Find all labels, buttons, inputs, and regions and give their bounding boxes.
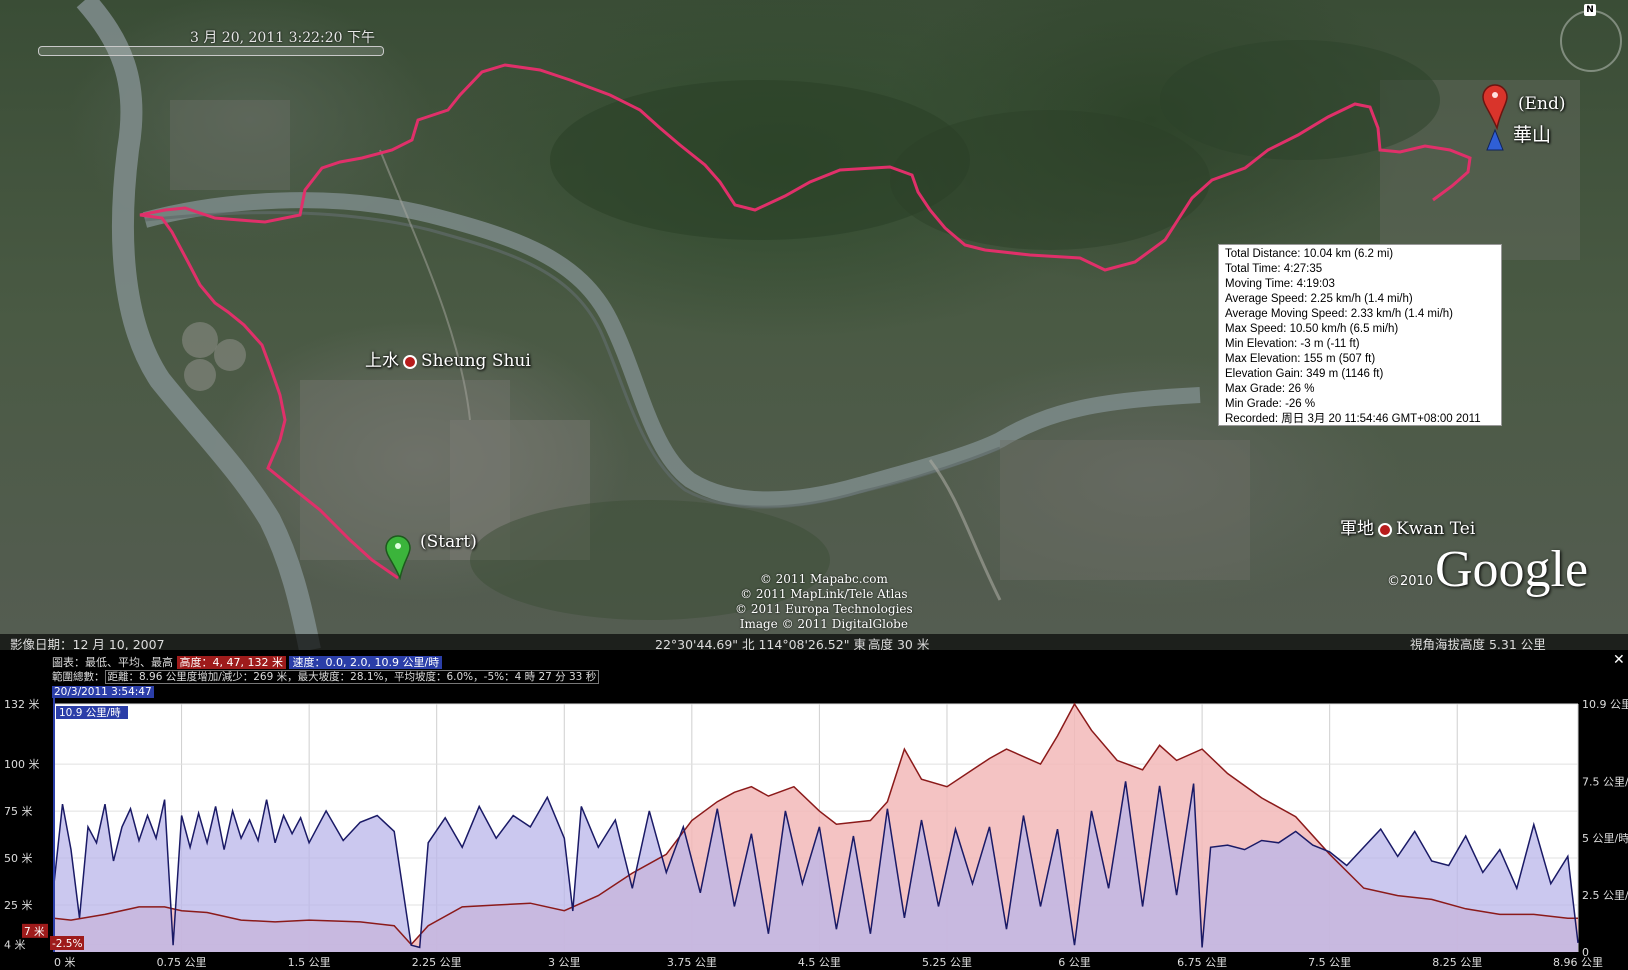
time-slider[interactable] bbox=[38, 46, 384, 56]
y-right-tick-label: 10.9 公里 bbox=[1582, 698, 1628, 711]
track-stats-popup: Total Distance: 10.04 km (6.2 mi) Total … bbox=[1218, 244, 1502, 426]
time-slider-label: 3 月 20, 2011 3:22:20 下午 bbox=[190, 30, 376, 46]
place-label-sheung-shui[interactable]: 上水 Sheung Shui bbox=[365, 346, 531, 371]
end-place-label[interactable]: 華山 bbox=[1513, 120, 1551, 147]
grade-flag: -2.5% bbox=[52, 938, 82, 950]
elevation-profile-chart[interactable]: 0 米 0.75 公里 1.5 公里 2.25 公里 3 公里 3.75 公里 4.5 公里… bbox=[0, 650, 1628, 970]
cursor-time-label: 20/3/2011 3:54:47 bbox=[52, 686, 154, 698]
y-left-tick-label: 75 米 bbox=[4, 805, 33, 818]
x-tick-label: 6 公里 bbox=[1058, 956, 1091, 969]
stat-total-time: Total Time: 4:27:35 bbox=[1225, 263, 1323, 275]
stat-moving-time: Moving Time: 4:19:03 bbox=[1225, 278, 1335, 290]
place-label-chinese: 上水 bbox=[365, 351, 399, 371]
stat-recorded: Recorded: 周日 3月 20 11:54:46 GMT+08:00 20… bbox=[1225, 413, 1481, 425]
x-tick-label: 8.96 公里 bbox=[1553, 956, 1603, 969]
copyright-line: Image © 2011 DigitalGlobe bbox=[739, 617, 908, 631]
x-tick-label: 1.5 公里 bbox=[288, 956, 331, 969]
speed-flag: 10.9 公里/時 bbox=[59, 707, 121, 719]
y-left-tick-label: 50 米 bbox=[4, 852, 33, 865]
legend-speed-toggle[interactable]: 速度：0.0, 2.0, 10.9 公里/時 bbox=[289, 656, 443, 669]
stat-elevation-gain: Elevation Gain: 349 m (1146 ft) bbox=[1225, 368, 1384, 380]
stat-total-distance: Total Distance: 10.04 km (6.2 mi) bbox=[1225, 248, 1394, 260]
x-tick-label: 5.25 公里 bbox=[922, 956, 972, 969]
x-tick-label: 0 米 bbox=[54, 956, 76, 969]
stat-max-elevation: Max Elevation: 155 m (507 ft) bbox=[1225, 353, 1376, 365]
pointer-elevation: 高度 30 米 bbox=[868, 637, 930, 650]
y-right-tick-label: 0 bbox=[1582, 946, 1589, 959]
summary-prefix: 範圍總數： bbox=[52, 671, 105, 683]
stat-max-speed: Max Speed: 10.50 km/h (6.5 mi/h) bbox=[1225, 323, 1399, 335]
x-tick-label: 7.5 公里 bbox=[1308, 956, 1351, 969]
place-label-english: Sheung Shui bbox=[421, 351, 531, 371]
stat-average-speed: Average Speed: 2.25 km/h (1.4 mi/h) bbox=[1225, 293, 1413, 305]
x-tick-label: 3.75 公里 bbox=[667, 956, 717, 969]
place-dot-icon bbox=[1378, 522, 1392, 537]
elevation-profile-panel[interactable]: 0 米 0.75 公里 1.5 公里 2.25 公里 3 公里 3.75 公里 4.5 公里… bbox=[0, 650, 1628, 970]
x-tick-label: 3 公里 bbox=[548, 956, 581, 969]
close-profile-icon[interactable]: ✕ bbox=[1613, 652, 1625, 668]
end-label[interactable]: (End) bbox=[1518, 94, 1566, 114]
y-left-tick-label: 4 米 bbox=[4, 938, 26, 951]
eye-altitude: 視角海拔高度 5.31 公里 bbox=[1410, 637, 1546, 650]
place-label-kwan-tei[interactable]: 軍地 Kwan Tei bbox=[1340, 514, 1475, 539]
place-label-english: Kwan Tei bbox=[1396, 519, 1476, 539]
copyright-line: © 2011 MapLink/Tele Atlas bbox=[740, 587, 908, 601]
profile-legend: 圖表：最低、平均、最高 高度：4, 47, 132 米 速度：0.0, 2.0,… bbox=[52, 654, 443, 670]
copyright-line: © 2011 Europa Technologies bbox=[735, 602, 913, 616]
x-tick-label: 4.5 公里 bbox=[798, 956, 841, 969]
map-copyright: © 2011 Mapabc.com © 2011 MapLink/Tele At… bbox=[735, 572, 913, 632]
y-left-tick-label: 132 米 bbox=[4, 698, 40, 711]
y-left-tick-label: 100 米 bbox=[4, 758, 40, 771]
legend-prefix: 圖表：最低、平均、最高 bbox=[52, 656, 173, 669]
place-dot-icon bbox=[403, 354, 417, 369]
x-tick-label: 2.25 公里 bbox=[412, 956, 462, 969]
y-right-tick-label: 2.5 公里/時 bbox=[1582, 889, 1628, 902]
y-left-tick-label: 25 米 bbox=[4, 899, 33, 912]
summary-values: 距離：8.96 公里度增加/減少：269 米，最大坡度：28.1%，平均坡度：6… bbox=[104, 670, 600, 684]
stat-max-grade: Max Grade: 26 % bbox=[1225, 383, 1315, 395]
start-label[interactable]: (Start) bbox=[420, 532, 477, 552]
legend-elevation-toggle[interactable]: 高度：4, 47, 132 米 bbox=[176, 656, 286, 669]
y-right-tick-label: 5 公里/時 bbox=[1582, 832, 1628, 845]
range-summary: 範圍總數： 距離：8.96 公里度增加/減少：269 米，最大坡度：28.1%，平… bbox=[52, 669, 600, 684]
elevation-flag: 7 米 bbox=[24, 925, 45, 938]
north-indicator: N bbox=[1584, 4, 1596, 16]
stat-min-grade: Min Grade: -26 % bbox=[1225, 398, 1316, 410]
status-bar: 影像日期：12 月 10, 2007 22°30'44.69" 北 114°08… bbox=[0, 634, 1628, 650]
google-logo: Google bbox=[1435, 541, 1589, 598]
stat-average-moving-speed: Average Moving Speed: 2.33 km/h (1.4 mi/… bbox=[1225, 308, 1453, 320]
stat-min-elevation: Min Elevation: -3 m (-11 ft) bbox=[1225, 338, 1360, 350]
copyright-line: © 2011 Mapabc.com bbox=[759, 572, 888, 586]
map-view[interactable]: 3 月 20, 2011 3:22:20 下午 N 上水 Sheung Shui … bbox=[0, 0, 1628, 650]
compass-control[interactable]: N bbox=[1560, 4, 1622, 72]
x-tick-label: 0.75 公里 bbox=[157, 956, 207, 969]
imagery-date: 影像日期：12 月 10, 2007 bbox=[10, 637, 165, 650]
x-tick-label: 6.75 公里 bbox=[1177, 956, 1227, 969]
x-tick-label: 8.25 公里 bbox=[1432, 956, 1482, 969]
logo-year: ©2010 bbox=[1387, 574, 1434, 589]
y-right-tick-label: 7.5 公里/時 bbox=[1582, 775, 1628, 788]
pointer-coordinates: 22°30'44.69" 北 114°08'26.52" 東 bbox=[655, 637, 866, 650]
place-label-chinese: 軍地 bbox=[1340, 519, 1374, 539]
